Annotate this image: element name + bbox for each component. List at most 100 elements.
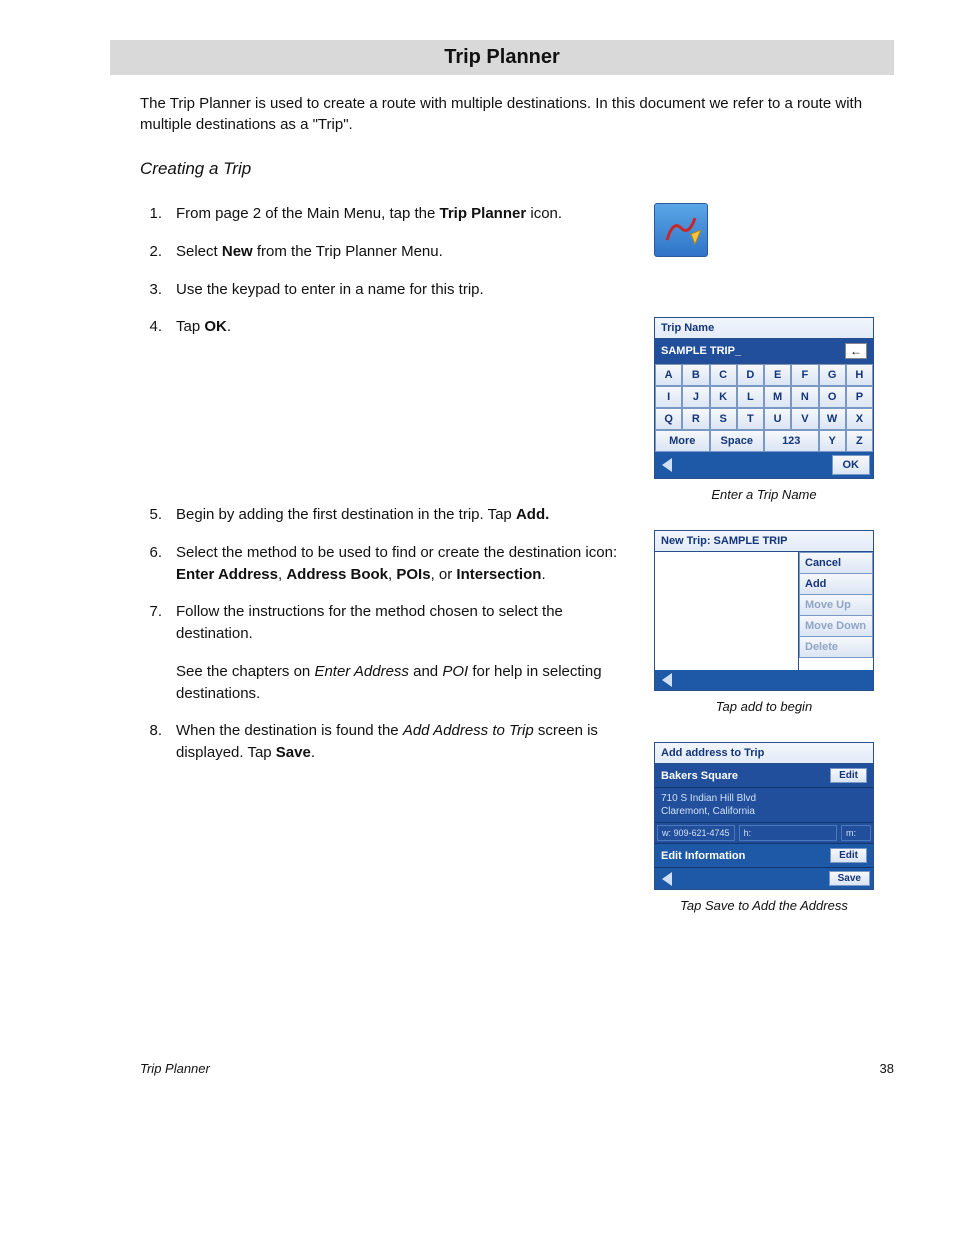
step-num: 5.: [140, 504, 162, 526]
step-num: 7.: [140, 601, 162, 645]
edit-name-button[interactable]: Edit: [830, 768, 867, 783]
step-3: 3. Use the keypad to enter in a name for…: [140, 279, 630, 301]
new-trip-panel: New Trip: SAMPLE TRIP Cancel Add Move Up…: [654, 530, 874, 691]
key[interactable]: J: [682, 386, 709, 408]
step-7: 7. Follow the instructions for the metho…: [140, 601, 630, 645]
key[interactable]: I: [655, 386, 682, 408]
key[interactable]: G: [819, 364, 846, 386]
move-down-button[interactable]: Move Down: [799, 616, 873, 637]
cancel-button[interactable]: Cancel: [799, 552, 873, 574]
step-bold: Address Book: [286, 566, 388, 583]
step-text: Begin by adding the first destination in…: [176, 506, 516, 523]
step-4: 4. Tap OK.: [140, 316, 630, 338]
step-8: 8. When the destination is found the Add…: [140, 720, 630, 764]
figure-caption: Enter a Trip Name: [654, 487, 874, 502]
key[interactable]: D: [737, 364, 764, 386]
key[interactable]: T: [737, 408, 764, 430]
more-key[interactable]: More: [655, 430, 710, 452]
mobile-phone[interactable]: m:: [841, 825, 871, 841]
backspace-key[interactable]: ←: [845, 343, 867, 359]
step-2: 2. Select New from the Trip Planner Menu…: [140, 241, 630, 263]
ok-button[interactable]: OK: [832, 455, 871, 475]
step-text: , or: [431, 566, 457, 583]
save-button[interactable]: Save: [829, 871, 870, 886]
trip-name-value: SAMPLE TRIP_: [661, 345, 741, 357]
step-text: .: [227, 318, 231, 335]
step-num: 2.: [140, 241, 162, 263]
step-text: Select the method to be used to find or …: [176, 544, 617, 561]
step-text: from the Trip Planner Menu.: [253, 243, 443, 260]
footer-page-number: 38: [880, 1061, 894, 1076]
add-button[interactable]: Add: [799, 574, 873, 595]
section-heading: Creating a Trip: [140, 159, 894, 179]
step-bold: Save: [276, 744, 311, 761]
trip-planner-icon: [654, 203, 708, 257]
key[interactable]: V: [791, 408, 818, 430]
step-num: 8.: [140, 720, 162, 764]
key[interactable]: H: [846, 364, 873, 386]
back-icon[interactable]: [662, 458, 672, 472]
panel-header: Add address to Trip: [655, 743, 873, 764]
page-title: Trip Planner: [110, 40, 894, 75]
key[interactable]: F: [791, 364, 818, 386]
key[interactable]: P: [846, 386, 873, 408]
step-italic: Add Address to Trip: [403, 722, 534, 739]
key[interactable]: A: [655, 364, 682, 386]
key[interactable]: M: [764, 386, 791, 408]
figure-caption: Tap add to begin: [654, 699, 874, 714]
step-bold: Intersection: [456, 566, 541, 583]
work-phone[interactable]: w: 909-621-4745: [657, 825, 735, 841]
step-text: .: [311, 744, 315, 761]
step-text: icon.: [526, 205, 562, 222]
back-icon[interactable]: [662, 673, 672, 687]
key[interactable]: K: [710, 386, 737, 408]
key[interactable]: Q: [655, 408, 682, 430]
step-bold: Trip Planner: [439, 205, 526, 222]
step-num: 1.: [140, 203, 162, 225]
key[interactable]: S: [710, 408, 737, 430]
back-icon[interactable]: [662, 872, 672, 886]
address-line-1: 710 S Indian Hill Blvd: [661, 793, 756, 804]
key[interactable]: U: [764, 408, 791, 430]
key[interactable]: W: [819, 408, 846, 430]
move-up-button[interactable]: Move Up: [799, 595, 873, 616]
key[interactable]: C: [710, 364, 737, 386]
key[interactable]: O: [819, 386, 846, 408]
step-bold: Add.: [516, 506, 549, 523]
trip-destination-list[interactable]: [655, 552, 799, 670]
edit-info-label: Edit Information: [661, 850, 745, 862]
key[interactable]: Z: [846, 430, 873, 452]
delete-button[interactable]: Delete: [799, 637, 873, 658]
key[interactable]: R: [682, 408, 709, 430]
trip-name-field[interactable]: SAMPLE TRIP_ ←: [655, 339, 873, 364]
add-address-panel: Add address to Trip Bakers Square Edit 7…: [654, 742, 874, 890]
note-text: See the chapters on: [176, 663, 314, 680]
key[interactable]: N: [791, 386, 818, 408]
step-text: Follow the instructions for the method c…: [176, 601, 630, 645]
key[interactable]: X: [846, 408, 873, 430]
key[interactable]: L: [737, 386, 764, 408]
footer-chapter: Trip Planner: [140, 1061, 210, 1076]
address-line-2: Claremont, California: [661, 806, 755, 817]
note-italic: Enter Address: [314, 663, 409, 680]
step-num: 3.: [140, 279, 162, 301]
step-text: From page 2 of the Main Menu, tap the: [176, 205, 439, 222]
home-phone[interactable]: h:: [739, 825, 837, 841]
key[interactable]: E: [764, 364, 791, 386]
step-bold: OK: [204, 318, 227, 335]
step-text: Use the keypad to enter in a name for th…: [176, 279, 630, 301]
keyboard-grid: A B C D E F G H I J K L M N O P Q R S T: [655, 364, 873, 452]
step-bold: New: [222, 243, 253, 260]
poi-name: Bakers Square: [661, 770, 738, 782]
numeric-key[interactable]: 123: [764, 430, 819, 452]
key[interactable]: Y: [819, 430, 846, 452]
key[interactable]: B: [682, 364, 709, 386]
intro-paragraph: The Trip Planner is used to create a rou…: [140, 93, 894, 135]
step-text: .: [541, 566, 545, 583]
enter-trip-name-panel: Trip Name SAMPLE TRIP_ ← A B C D E F G H…: [654, 317, 874, 479]
space-key[interactable]: Space: [710, 430, 765, 452]
page-footer: Trip Planner 38: [140, 1061, 894, 1076]
step-7-note: See the chapters on Enter Address and PO…: [176, 661, 630, 705]
edit-info-button[interactable]: Edit: [830, 848, 867, 863]
step-bold: Enter Address: [176, 566, 278, 583]
